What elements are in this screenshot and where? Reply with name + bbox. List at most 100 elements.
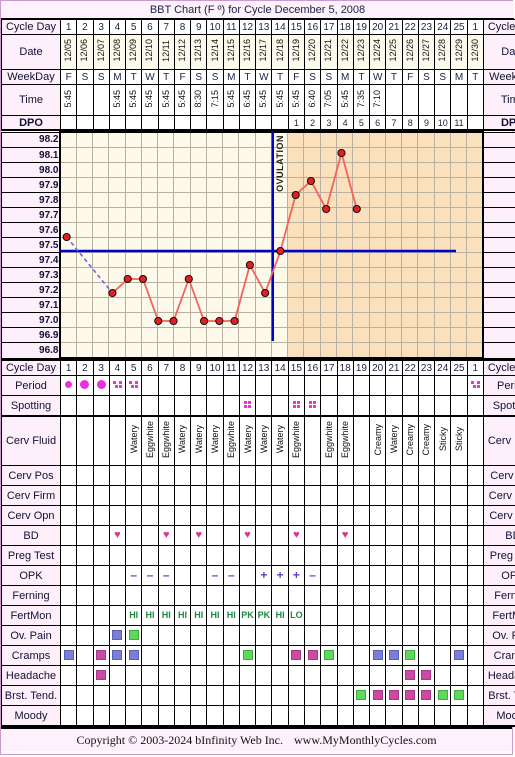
preg-test-row: Preg Test Preg Test bbox=[1, 545, 515, 566]
cycle-day-cell: 9 bbox=[190, 359, 208, 376]
opk-row-cell bbox=[466, 565, 484, 586]
moody-row-cell bbox=[434, 705, 452, 727]
time-row-cell: 5:45 bbox=[108, 84, 127, 116]
temp-grid-cell bbox=[92, 177, 110, 193]
temp-grid-cell bbox=[108, 297, 126, 313]
vertical-text: 5:45 bbox=[144, 89, 155, 108]
dpo-row-cell bbox=[206, 115, 224, 131]
period-spot-cluster bbox=[128, 380, 139, 388]
cerv-fluid-row-cell: Sticky bbox=[434, 415, 452, 466]
headache-marker bbox=[96, 670, 107, 681]
fertmon-reading: HI bbox=[145, 610, 155, 620]
cycle-day-cell: 25 bbox=[450, 359, 468, 376]
opk-row-label-left: OPK bbox=[1, 565, 61, 586]
dpo-row-cell bbox=[238, 115, 257, 131]
ov-pain-row-cell bbox=[450, 625, 468, 646]
cerv-fluid-row-cell bbox=[76, 415, 94, 466]
date-row-cell: 12/05 bbox=[59, 34, 78, 70]
temp-grid-cell bbox=[369, 162, 386, 178]
brst-tend-marker bbox=[437, 690, 448, 701]
temp-grid-cell bbox=[190, 131, 207, 148]
opk-row-cell: – bbox=[141, 565, 159, 586]
temp-grid-cell bbox=[125, 222, 142, 238]
brst-tend-row-cell bbox=[401, 685, 419, 706]
weekday-row-cell: T bbox=[385, 69, 403, 85]
temp-grid-cell bbox=[450, 222, 468, 238]
vertical-text: 12/27 bbox=[420, 39, 431, 62]
temp-grid-cell bbox=[271, 222, 289, 238]
time-row-cell: 5:45 bbox=[157, 84, 175, 116]
cycle-day-row-cell: 4 bbox=[108, 19, 127, 35]
brst-tend-row-cell bbox=[434, 685, 452, 706]
temp-grid-cell bbox=[303, 222, 321, 238]
temp-grid-cell bbox=[336, 222, 354, 238]
headache-row-cell bbox=[108, 665, 127, 686]
ferning-row-cell bbox=[59, 585, 78, 606]
temp-grid-row: 98.1 98.1 bbox=[1, 147, 515, 163]
spotting-cluster bbox=[308, 400, 317, 408]
ov-pain-row-cell bbox=[206, 625, 224, 646]
cerv-opn-row-cell bbox=[76, 505, 94, 526]
temp-grid-cell bbox=[222, 312, 240, 328]
website-link[interactable]: www.MyMonthlyCycles.com bbox=[294, 733, 437, 747]
vertical-text: 5:45 bbox=[225, 89, 236, 108]
temp-grid-cell bbox=[125, 131, 142, 148]
temp-grid-cell bbox=[352, 252, 370, 268]
temp-grid-cell bbox=[352, 342, 370, 359]
temp-grid-cell bbox=[385, 207, 403, 223]
brst-tend-row-cell bbox=[92, 685, 110, 706]
cramps-row-label-right: Cramps bbox=[482, 645, 515, 666]
temp-grid-cell bbox=[141, 131, 159, 148]
temp-grid-cell bbox=[157, 147, 175, 163]
vertical-text: 7:05 bbox=[323, 89, 334, 108]
preg-test-row-label-right: Preg Test bbox=[482, 545, 515, 566]
brst-tend-row-cell bbox=[141, 685, 159, 706]
brst-tend-row-cell bbox=[352, 685, 371, 706]
vertical-text: 5:45 bbox=[274, 89, 285, 108]
temp-grid-cell bbox=[320, 282, 338, 298]
cerv-fluid-value: Watery bbox=[242, 425, 253, 454]
temp-grid-cell bbox=[352, 147, 370, 163]
cramps-marker bbox=[323, 650, 334, 661]
date-row-cell: 12/22 bbox=[336, 34, 354, 70]
row-label-time-left: Time bbox=[1, 84, 61, 116]
cerv-pos-row-cell bbox=[108, 465, 127, 486]
ferning-row-cell bbox=[157, 585, 175, 606]
vertical-text: 12/20 bbox=[307, 39, 318, 62]
date-row-cell: 12/13 bbox=[190, 34, 208, 70]
cramps-row-cell bbox=[222, 645, 240, 666]
temp-grid-cell bbox=[434, 162, 451, 178]
brst-tend-row-cell bbox=[108, 685, 127, 706]
temp-grid-cell bbox=[141, 237, 159, 253]
dpo-row-cell bbox=[141, 115, 159, 131]
temp-grid-cell bbox=[434, 342, 451, 359]
temp-grid-cell bbox=[352, 312, 370, 328]
temp-grid-cell bbox=[336, 207, 354, 223]
temp-grid-cell bbox=[287, 297, 305, 313]
cerv-fluid-row: Cerv Fluid Watery Eggwhite Eggwhite Watery Wa… bbox=[1, 415, 515, 466]
preg-test-row-cell bbox=[59, 545, 78, 566]
fertmon-row-cell bbox=[76, 605, 94, 626]
temp-grid-cell bbox=[190, 237, 207, 253]
cerv-firm-row-cell bbox=[255, 485, 273, 506]
temp-grid-cell bbox=[450, 131, 468, 148]
spotting-row-cell bbox=[450, 395, 468, 417]
temp-grid-cell bbox=[450, 162, 468, 178]
temp-grid-row: 97.3 97.3 bbox=[1, 267, 515, 283]
cerv-firm-row-cell bbox=[303, 485, 322, 506]
fertmon-reading: LO bbox=[290, 610, 303, 620]
temp-axis-label-right: 97.6 bbox=[482, 222, 515, 238]
bd-row-cell bbox=[466, 525, 484, 546]
dpo-row-cell: 5 bbox=[352, 115, 371, 131]
cycle-day-row-bottom: Cycle Day 1 2 3 4 5 6 7 8 9 10 11 12 13 14 15 16 17 18 19 20… bbox=[1, 359, 515, 376]
temp-grid-cell bbox=[401, 131, 419, 148]
ov-pain-row-cell bbox=[352, 625, 371, 646]
vertical-text: 7:15 bbox=[209, 89, 220, 108]
period-row-cell bbox=[222, 375, 240, 396]
period-row-cell bbox=[190, 375, 208, 396]
row-label-dpo-left: DPO bbox=[1, 115, 61, 131]
brst-tend-row-cell bbox=[222, 685, 240, 706]
temp-grid-cell bbox=[58, 327, 77, 343]
spotting-row-cell bbox=[401, 395, 419, 417]
cerv-firm-row-cell bbox=[173, 485, 192, 506]
